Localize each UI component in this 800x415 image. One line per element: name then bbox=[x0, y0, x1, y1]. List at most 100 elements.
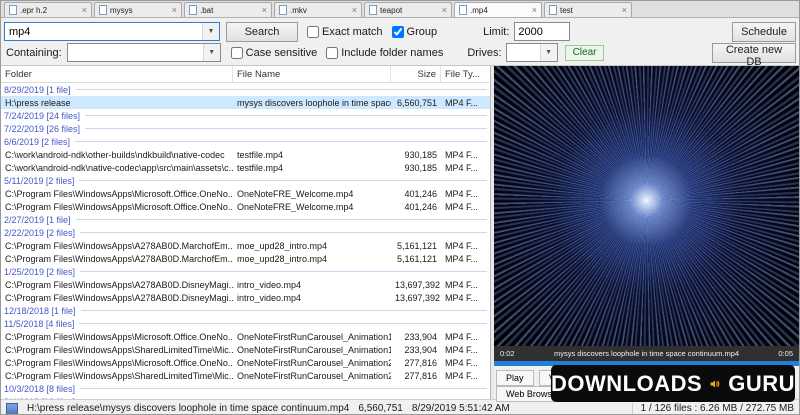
status-selected-file: H:\press release\mysys discovers loophol… bbox=[6, 402, 510, 414]
tab-teapot[interactable]: teapot × bbox=[364, 2, 452, 17]
column-header-folder[interactable]: Folder bbox=[1, 66, 233, 82]
file-row[interactable]: C:\Program Files\WindowsApps\Microsoft.O… bbox=[1, 330, 490, 343]
column-header-size[interactable]: Size bbox=[391, 66, 441, 82]
include-folder-names-checkbox-input[interactable] bbox=[326, 46, 339, 59]
tab-label: .mkv bbox=[290, 5, 307, 15]
close-icon[interactable]: × bbox=[82, 5, 87, 15]
file-row[interactable]: C:\work\android-ndk\native-codec\app\src… bbox=[1, 161, 490, 174]
clear-button[interactable]: Clear bbox=[564, 44, 605, 61]
player-duration: 0:05 bbox=[778, 349, 793, 358]
cell-size: 401,246 bbox=[404, 188, 437, 199]
case-sensitive-checkbox-input[interactable] bbox=[230, 46, 243, 59]
video-frame[interactable] bbox=[494, 66, 799, 346]
search-button[interactable]: Search bbox=[226, 21, 298, 42]
search-combo[interactable]: ▼ bbox=[4, 22, 220, 41]
group-label: 12/18/2018 [1 file] bbox=[4, 305, 76, 316]
cell-size: 401,246 bbox=[404, 201, 437, 212]
cell-name: testfile.mp4 bbox=[237, 162, 284, 173]
drives-input[interactable] bbox=[506, 44, 540, 61]
group-checkbox-input[interactable] bbox=[391, 25, 404, 38]
cell-name: moe_upd28_intro.mp4 bbox=[237, 240, 328, 251]
close-icon[interactable]: × bbox=[532, 5, 537, 15]
group-row[interactable]: 6/6/2019 [2 files] bbox=[1, 135, 490, 148]
file-row[interactable]: C:\Program Files\WindowsApps\SharedLimit… bbox=[1, 343, 490, 356]
exact-match-checkbox-input[interactable] bbox=[307, 25, 319, 38]
create-new-db-button[interactable]: Create new DB bbox=[712, 42, 796, 68]
chevron-down-icon[interactable]: ▼ bbox=[202, 23, 219, 40]
group-row[interactable]: 7/22/2019 [26 files] bbox=[1, 122, 490, 135]
containing-input[interactable] bbox=[67, 44, 203, 61]
group-row[interactable]: 9/4/2018 [12 files] bbox=[1, 395, 490, 400]
file-row[interactable]: C:\work\android-ndk\other-builds\ndkbuil… bbox=[1, 148, 490, 161]
include-folder-names-label: Include folder names bbox=[341, 46, 444, 59]
group-divider-line bbox=[85, 128, 487, 129]
cell-size: 233,904 bbox=[404, 331, 437, 342]
group-divider-line bbox=[80, 310, 487, 311]
close-icon[interactable]: × bbox=[352, 5, 357, 15]
file-row[interactable]: C:\Program Files\WindowsApps\Microsoft.O… bbox=[1, 356, 490, 369]
cell-folder: C:\work\android-ndk\other-builds\ndkbuil… bbox=[5, 149, 225, 160]
document-icon bbox=[279, 5, 287, 15]
column-header-file-type[interactable]: File Ty... bbox=[441, 66, 490, 82]
cell-name: intro_video.mp4 bbox=[237, 279, 302, 290]
cell-size: 277,816 bbox=[404, 370, 437, 381]
group-row[interactable]: 1/25/2019 [2 files] bbox=[1, 265, 490, 278]
group-row[interactable]: 2/27/2019 [1 file] bbox=[1, 213, 490, 226]
group-row[interactable]: 7/24/2019 [24 files] bbox=[1, 109, 490, 122]
group-divider-line bbox=[80, 271, 487, 272]
watermark-text-right: GURU bbox=[728, 370, 795, 396]
group-checkbox[interactable]: Group bbox=[391, 25, 437, 38]
file-row[interactable]: H:\press release mysys discovers loophole… bbox=[1, 96, 490, 109]
tab-bat[interactable]: .bat × bbox=[184, 2, 272, 17]
cell-size: 5,161,121 bbox=[396, 240, 437, 251]
cell-ftype: MP4 F... bbox=[445, 149, 479, 160]
tab-mp4[interactable]: .mp4 × bbox=[454, 2, 542, 17]
chevron-down-icon[interactable]: ▼ bbox=[539, 44, 557, 61]
containing-combo[interactable]: ▼ bbox=[66, 43, 221, 62]
close-icon[interactable]: × bbox=[172, 5, 177, 15]
tab-mkv[interactable]: .mkv × bbox=[274, 2, 362, 17]
group-row[interactable]: 11/5/2018 [4 files] bbox=[1, 317, 490, 330]
group-row[interactable]: 8/29/2019 [1 file] bbox=[1, 83, 490, 96]
status-selected-date: 8/29/2019 5:51:42 AM bbox=[411, 403, 510, 414]
close-icon[interactable]: × bbox=[262, 5, 267, 15]
search-input[interactable] bbox=[5, 23, 202, 40]
cell-folder: C:\Program Files\WindowsApps\SharedLimit… bbox=[5, 370, 233, 381]
file-row[interactable]: C:\Program Files\WindowsApps\SharedLimit… bbox=[1, 369, 490, 382]
cell-name: testfile.mp4 bbox=[237, 149, 284, 160]
cell-name: moe_upd28_intro.mp4 bbox=[237, 253, 328, 264]
file-row[interactable]: C:\Program Files\WindowsApps\Microsoft.O… bbox=[1, 200, 490, 213]
column-header-file-name[interactable]: File Name bbox=[233, 66, 391, 82]
cell-name: OneNoteFRE_Welcome.mp4 bbox=[237, 201, 354, 212]
file-row[interactable]: C:\Program Files\WindowsApps\A278AB0D.Ma… bbox=[1, 252, 490, 265]
document-icon bbox=[549, 5, 557, 15]
group-row[interactable]: 12/18/2018 [1 file] bbox=[1, 304, 490, 317]
group-label: 11/5/2018 [4 files] bbox=[4, 318, 75, 329]
tab-test[interactable]: test × bbox=[544, 2, 632, 17]
file-row[interactable]: C:\Program Files\WindowsApps\A278AB0D.Di… bbox=[1, 278, 490, 291]
cell-ftype: MP4 F... bbox=[445, 331, 479, 342]
file-row[interactable]: C:\Program Files\WindowsApps\Microsoft.O… bbox=[1, 187, 490, 200]
close-icon[interactable]: × bbox=[442, 5, 447, 15]
drives-combo[interactable]: ▼ bbox=[505, 43, 558, 62]
limit-input[interactable] bbox=[514, 22, 571, 41]
preview-pane: 0:02 mysys discovers loophole in time sp… bbox=[494, 66, 799, 402]
chevron-down-icon[interactable]: ▼ bbox=[202, 44, 220, 61]
group-divider-line bbox=[75, 89, 487, 90]
schedule-button[interactable]: Schedule bbox=[732, 21, 796, 42]
speaker-icon bbox=[710, 379, 720, 388]
close-icon[interactable]: × bbox=[622, 5, 627, 15]
exact-match-checkbox[interactable]: Exact match bbox=[307, 25, 383, 38]
case-sensitive-checkbox[interactable]: Case sensitive bbox=[230, 46, 317, 59]
group-row[interactable]: 5/11/2019 [2 files] bbox=[1, 174, 490, 187]
include-folder-names-checkbox[interactable]: Include folder names bbox=[326, 46, 444, 59]
tab-mysys[interactable]: mysys × bbox=[94, 2, 182, 17]
group-row[interactable]: 2/22/2019 [2 files] bbox=[1, 226, 490, 239]
cell-ftype: MP4 F... bbox=[445, 253, 479, 264]
tab-eprh2[interactable]: .epr h.2 × bbox=[4, 2, 92, 17]
cell-ftype: MP4 F... bbox=[445, 97, 479, 108]
file-row[interactable]: C:\Program Files\WindowsApps\A278AB0D.Di… bbox=[1, 291, 490, 304]
group-row[interactable]: 10/3/2018 [8 files] bbox=[1, 382, 490, 395]
file-row[interactable]: C:\Program Files\WindowsApps\A278AB0D.Ma… bbox=[1, 239, 490, 252]
cell-name: OneNoteFirstRunCarousel_Animation2.mp4 bbox=[237, 357, 391, 368]
